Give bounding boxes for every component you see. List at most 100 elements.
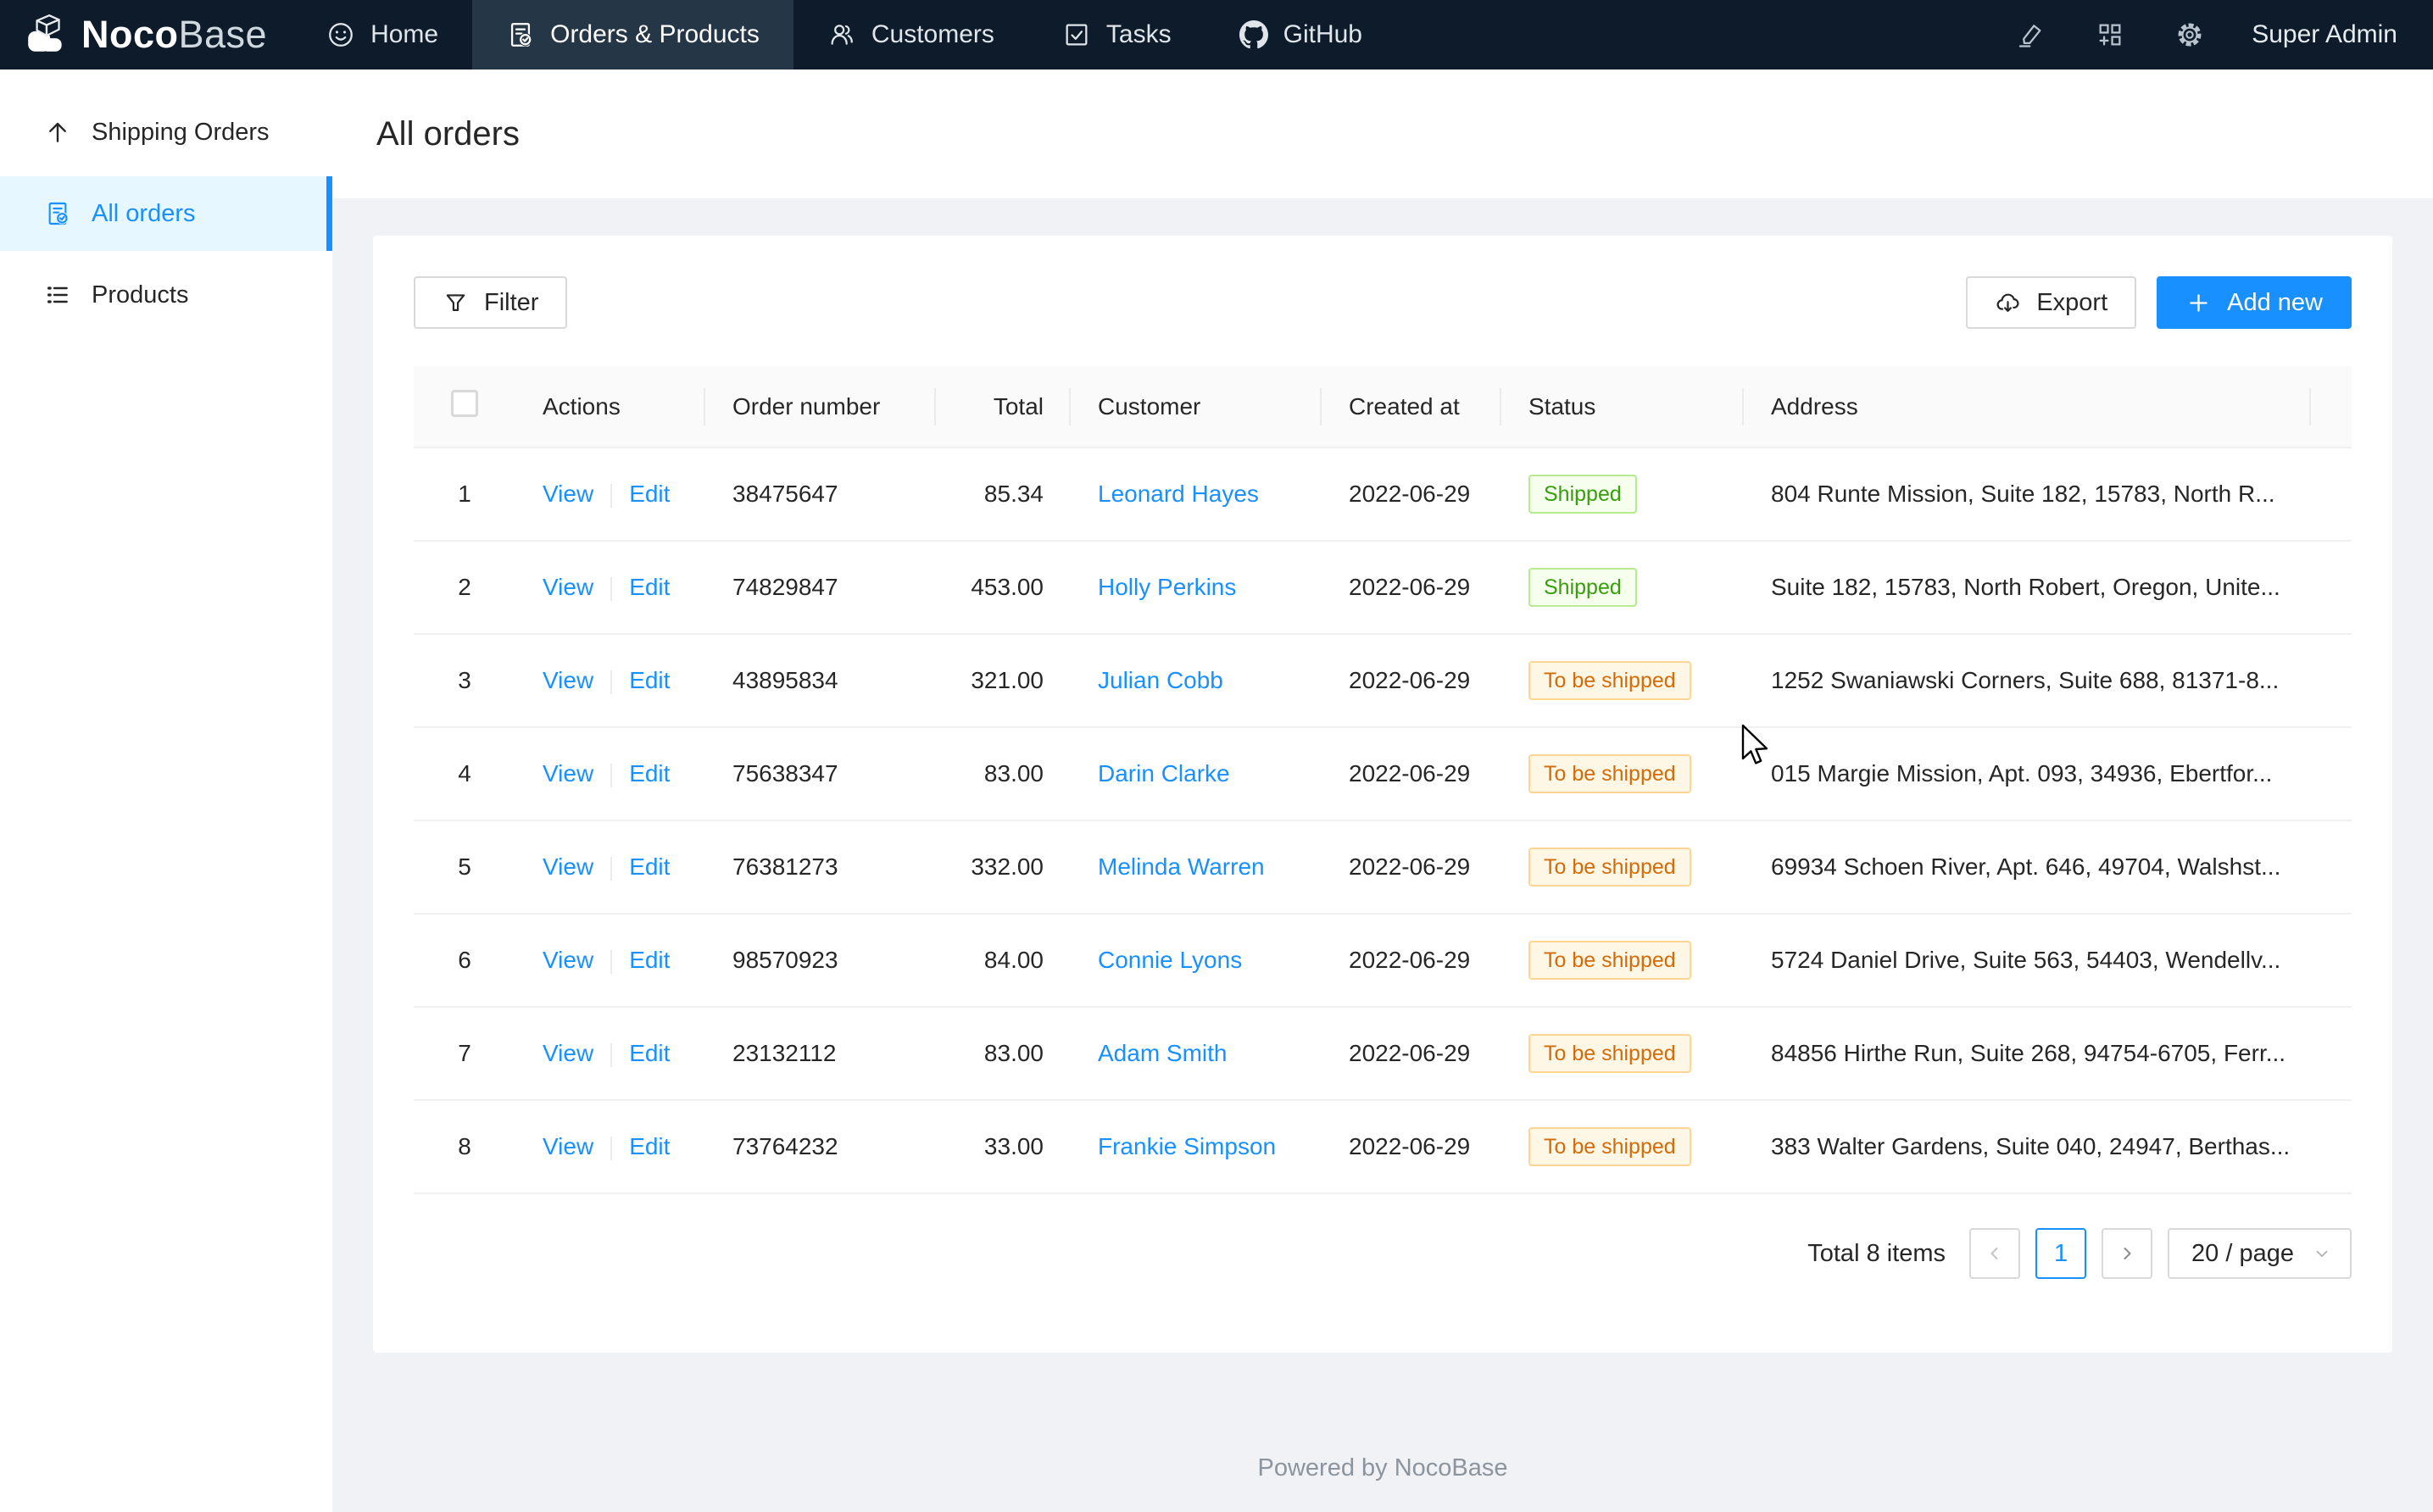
view-link[interactable]: View (543, 760, 593, 787)
edit-link[interactable]: Edit (629, 1133, 670, 1159)
plugins-button[interactable] (2070, 0, 2150, 69)
table-row: 8 ViewEdit 73764232 33.00 Frankie Simpso… (414, 1100, 2352, 1193)
smile-icon (326, 20, 355, 49)
address-cell: Suite 182, 15783, North Robert, Oregon, … (1771, 574, 2280, 600)
sidebar-item-label: Shipping Orders (92, 119, 270, 147)
view-link[interactable]: View (543, 1040, 593, 1066)
created-at-cell: 2022-06-29 (1349, 1040, 1470, 1066)
customer-link[interactable]: Leonard Hayes (1098, 481, 1259, 507)
edit-link[interactable]: Edit (629, 1040, 670, 1066)
status-badge: To be shipped (1528, 754, 1691, 793)
column-header-total: Total (936, 366, 1071, 447)
customer-link[interactable]: Connie Lyons (1098, 947, 1242, 973)
address-cell: 015 Margie Mission, Apt. 093, 34936, Ebe… (1771, 760, 2272, 787)
sidebar-item-label: Products (92, 281, 188, 309)
settings-button[interactable] (2150, 0, 2230, 69)
team-icon (827, 20, 856, 49)
filter-button-label: Filter (484, 289, 538, 317)
user-menu[interactable]: Super Admin (2252, 20, 2397, 49)
nav-tab-home[interactable]: Home (292, 0, 472, 69)
edit-link[interactable]: Edit (629, 574, 670, 600)
total-cell: 85.34 (984, 481, 1044, 507)
table-row: 4 ViewEdit 75638347 83.00 Darin Clarke 2… (414, 727, 2352, 820)
column-header-actions: Actions (515, 366, 705, 447)
view-link[interactable]: View (543, 481, 593, 507)
created-at-cell: 2022-06-29 (1349, 1133, 1470, 1159)
column-header-created-at: Created at (1322, 366, 1501, 447)
plus-icon (2185, 290, 2212, 316)
select-all-checkbox[interactable] (451, 390, 478, 417)
nav-tab-tasks[interactable]: Tasks (1028, 0, 1205, 69)
edit-link[interactable]: Edit (629, 481, 670, 507)
sidebar-item-label: All orders (92, 200, 196, 228)
edit-link[interactable]: Edit (629, 667, 670, 693)
column-header-customer: Customer (1071, 366, 1322, 447)
table-toolbar: Filter Export (414, 276, 2352, 329)
customer-link[interactable]: Frankie Simpson (1098, 1133, 1276, 1159)
top-navbar: NocoBase Home (0, 0, 2433, 69)
total-cell: 321.00 (971, 667, 1044, 693)
brand-name: NocoBase (81, 13, 267, 57)
table-row: 3 View Edit 43895834 321.00 Julian Cobb 2… (414, 634, 2352, 727)
nav-tab-label: Home (370, 20, 438, 49)
page-header: All orders (332, 69, 2433, 198)
pagination-page-1[interactable]: 1 (2035, 1228, 2086, 1279)
total-cell: 84.00 (984, 947, 1044, 973)
created-at-cell: 2022-06-29 (1349, 947, 1470, 973)
customer-link[interactable]: Julian Cobb (1098, 667, 1223, 693)
status-badge: To be shipped (1528, 941, 1691, 980)
filter-icon (443, 290, 469, 316)
footer-text: Powered by NocoBase (373, 1454, 2392, 1482)
pagination: Total 8 items 1 20 / page (414, 1228, 2352, 1279)
order-number-cell: 43895834 (732, 667, 838, 693)
created-at-cell: 2022-06-29 (1349, 574, 1470, 600)
nav-tab-github[interactable]: GitHub (1205, 0, 1396, 69)
edit-link[interactable]: Edit (629, 947, 670, 973)
export-button[interactable]: Export (1966, 276, 2136, 329)
row-index: 4 (458, 760, 471, 787)
view-link[interactable]: View (543, 574, 593, 600)
row-index: 7 (458, 1040, 471, 1066)
check-square-icon (1062, 20, 1091, 49)
row-index: 3 (458, 667, 471, 693)
nav-tab-label: Orders & Products (550, 20, 760, 49)
customer-link[interactable]: Melinda Warren (1098, 853, 1265, 880)
chevron-right-icon (2117, 1243, 2137, 1264)
customer-link[interactable]: Adam Smith (1098, 1040, 1228, 1066)
view-link[interactable]: View (543, 1133, 593, 1159)
filter-button[interactable]: Filter (414, 276, 567, 329)
table-header-row: Actions Order number Total Customer Crea… (414, 366, 2352, 447)
page-size-value: 20 / page (2191, 1240, 2294, 1268)
ui-editor-button[interactable] (1990, 0, 2070, 69)
total-cell: 33.00 (984, 1133, 1044, 1159)
sidebar-item-products[interactable]: Products (0, 258, 332, 332)
customer-link[interactable]: Darin Clarke (1098, 760, 1230, 787)
row-index: 5 (458, 853, 471, 880)
view-link[interactable]: View (543, 853, 593, 880)
edit-link[interactable]: Edit (629, 853, 670, 880)
arrow-up-icon (44, 119, 71, 146)
view-link[interactable]: View (543, 947, 593, 973)
sidebar: Shipping Orders All orders (0, 69, 332, 1512)
nav-tab-orders-products[interactable]: Orders & Products (472, 0, 793, 69)
pagination-next-button[interactable] (2102, 1228, 2152, 1279)
order-number-cell: 76381273 (732, 853, 838, 880)
created-at-cell: 2022-06-29 (1349, 667, 1470, 693)
sidebar-item-all-orders[interactable]: All orders (0, 176, 332, 251)
table-body: 1 ViewEdit 38475647 85.34 Leonard Hayes … (414, 447, 2352, 1193)
address-cell: 69934 Schoen River, Apt. 646, 49704, Wal… (1771, 853, 2280, 880)
order-number-cell: 98570923 (732, 947, 838, 973)
row-index: 2 (458, 574, 471, 600)
add-new-button[interactable]: Add new (2157, 276, 2352, 329)
pagination-prev-button[interactable] (1969, 1228, 2020, 1279)
nav-tab-customers[interactable]: Customers (793, 0, 1028, 69)
view-link[interactable]: View (543, 667, 593, 693)
page-size-select[interactable]: 20 / page (2168, 1228, 2352, 1279)
highlighter-icon (2016, 20, 2045, 49)
sidebar-item-shipping-orders[interactable]: Shipping Orders (0, 95, 332, 170)
total-cell: 453.00 (971, 574, 1044, 600)
address-cell: 1252 Swaniawski Corners, Suite 688, 8137… (1771, 667, 2279, 693)
customer-link[interactable]: Holly Perkins (1098, 574, 1236, 600)
edit-link[interactable]: Edit (629, 760, 670, 787)
nocobase-logo[interactable]: NocoBase (0, 0, 292, 69)
